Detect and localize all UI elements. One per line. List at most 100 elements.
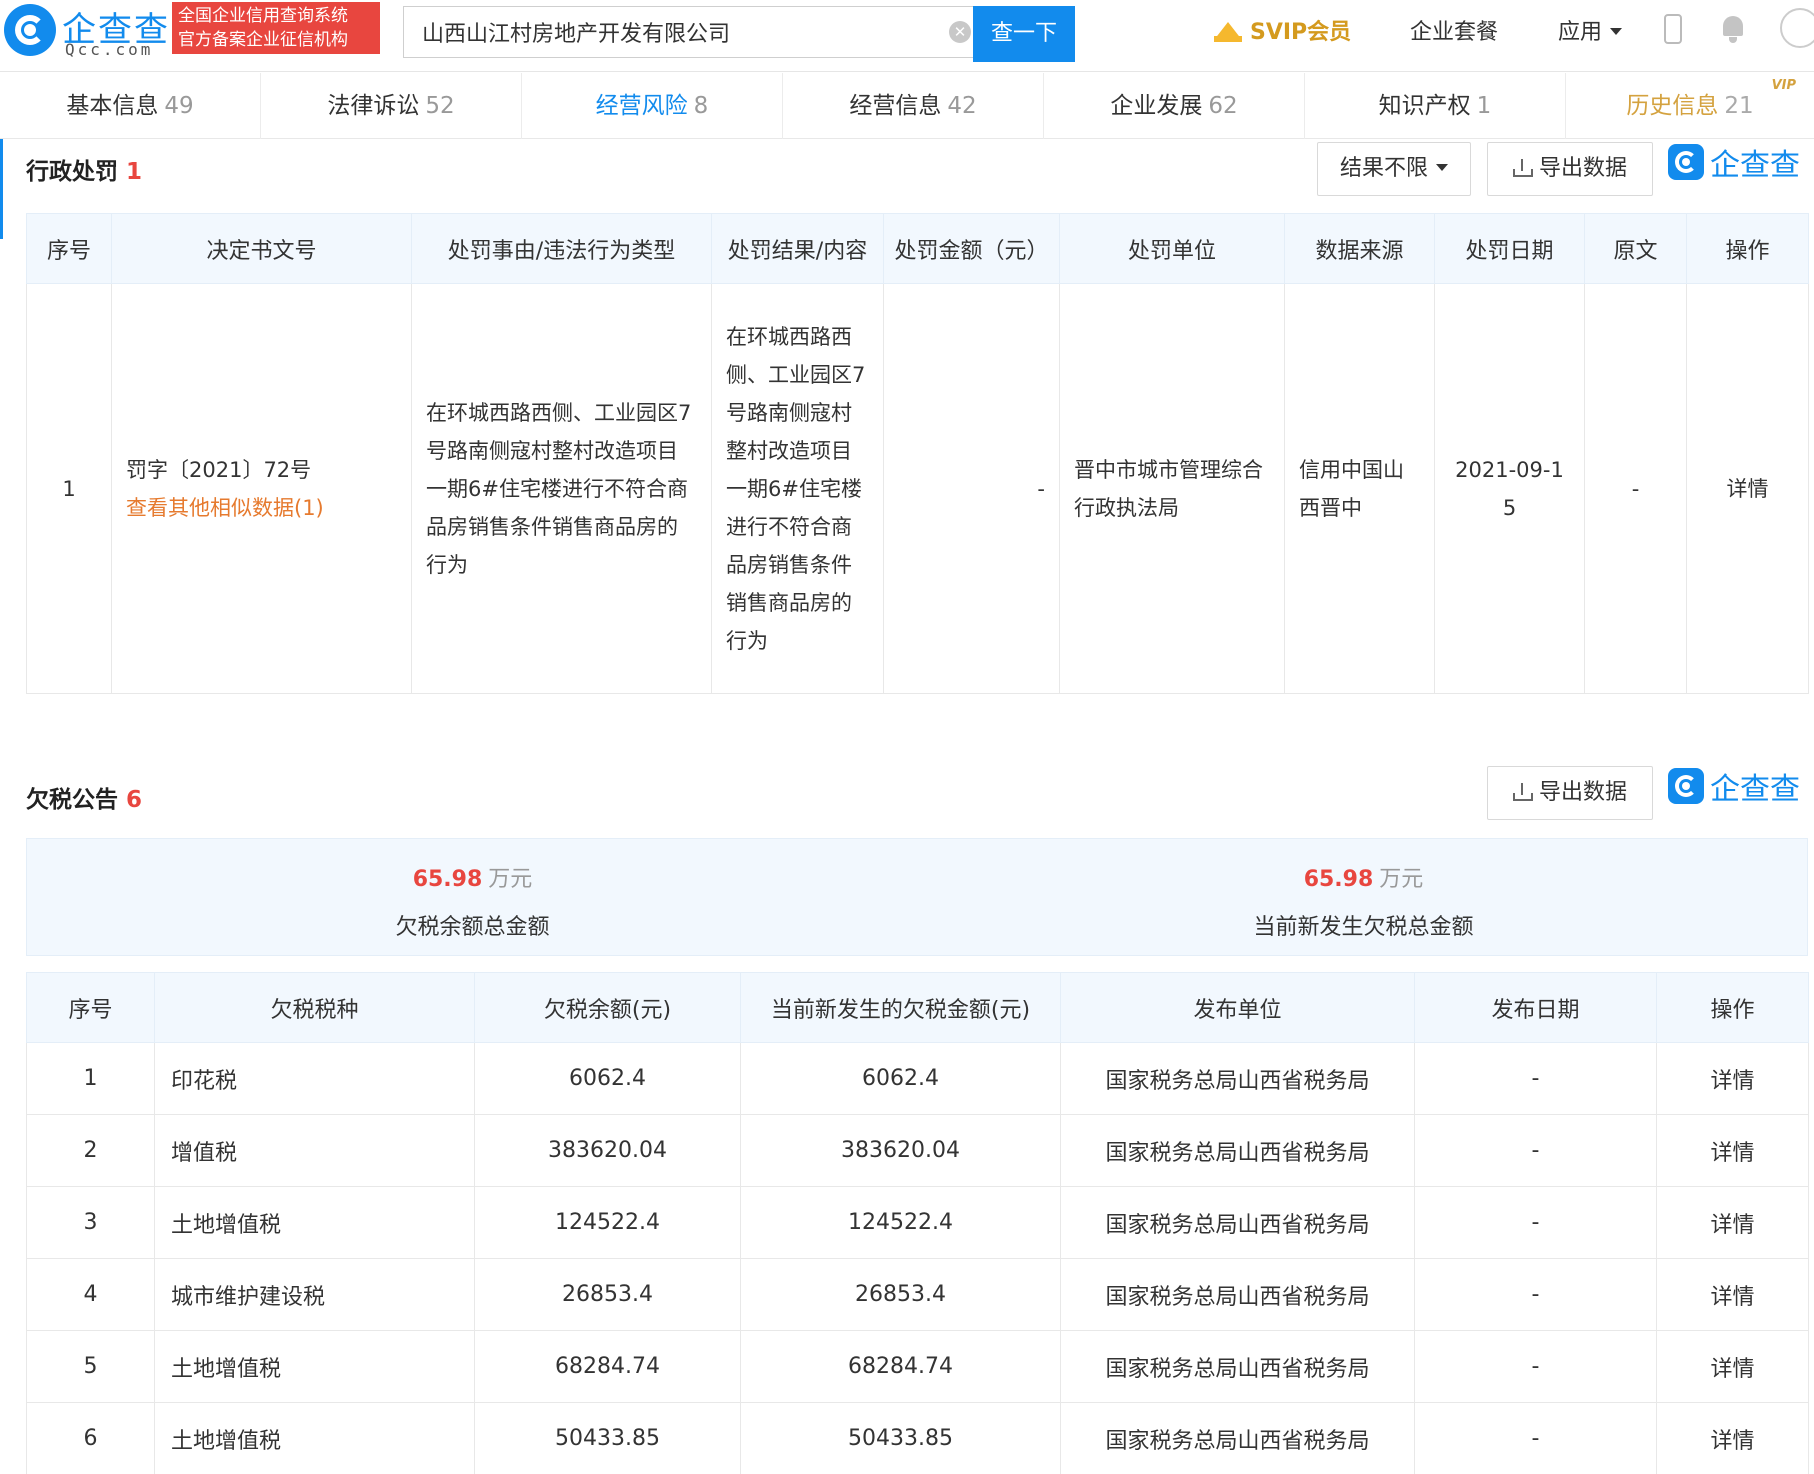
- new-tax-amount: 6062.4: [740, 1042, 1061, 1115]
- row-index: 4: [26, 1258, 155, 1331]
- column-header: 数据来源: [1284, 213, 1435, 284]
- row-index: 5: [26, 1330, 155, 1403]
- export-data-button[interactable]: 导出数据: [1487, 766, 1653, 820]
- bell-icon[interactable]: [1720, 14, 1746, 44]
- table-row: 4 城市维护建设税 26853.4 26853.4 国家税务总局山西省税务局 -…: [26, 1258, 1809, 1331]
- clear-icon[interactable]: ✕: [949, 21, 971, 43]
- column-header: 处罚单位: [1059, 213, 1285, 284]
- qcc-watermark: 企查查: [1668, 144, 1800, 188]
- brand-domain: Qcc.com: [65, 40, 154, 59]
- avatar[interactable]: [1780, 8, 1814, 48]
- summary-value: 65.98: [412, 867, 483, 892]
- qcc-logo-icon: [1668, 144, 1704, 180]
- publisher: 国家税务总局山西省税务局: [1060, 1330, 1415, 1403]
- summary-unit: 万元: [488, 867, 533, 892]
- detail-link[interactable]: 详情: [1656, 1258, 1809, 1331]
- detail-link[interactable]: 详情: [1656, 1114, 1809, 1187]
- summary-label: 当前新发生欠税总金额: [1253, 915, 1474, 940]
- tax-summary: 65.98 万元 欠税余额总金额 65.98 万元 当前新发生欠税总金额: [26, 838, 1808, 956]
- search-box: ✕: [403, 6, 973, 58]
- tax-balance: 50433.85: [474, 1402, 741, 1474]
- column-header: 原文: [1584, 213, 1687, 284]
- chevron-down-icon: [1610, 28, 1623, 35]
- tab-count: 42: [947, 93, 977, 119]
- publish-date: -: [1414, 1042, 1657, 1115]
- penalty-count: 1: [126, 159, 143, 185]
- tab-label: 经营信息: [849, 93, 942, 119]
- detail-link[interactable]: 详情: [1686, 283, 1809, 694]
- result-filter-dropdown[interactable]: 结果不限: [1317, 142, 1471, 196]
- tab-basic-info[interactable]: 基本信息 49: [0, 73, 261, 139]
- doc-number-cell: 罚字〔2021〕72号 查看其他相似数据(1): [111, 283, 412, 694]
- column-header: 处罚金额（元）: [883, 213, 1060, 284]
- top-header: 企查查 Qcc.com 全国企业信用查询系统 官方备案企业征信机构 ✕ 查一下 …: [0, 0, 1814, 72]
- table-header-row: 序号 欠税税种 欠税余额(元) 当前新发生的欠税金额(元) 发布单位 发布日期 …: [26, 972, 1809, 1043]
- filter-label: 结果不限: [1339, 156, 1428, 181]
- detail-link[interactable]: 详情: [1656, 1402, 1809, 1474]
- penalty-reason: 在环城西路西侧、工业园区7号路南侧寇村整村改造项目一期6#住宅楼进行不符合商品房…: [411, 283, 712, 694]
- new-tax-amount: 26853.4: [740, 1258, 1061, 1331]
- badge-line-2: 官方备案企业征信机构: [178, 30, 348, 50]
- data-source: 信用中国山西晋中: [1284, 283, 1435, 694]
- column-header: 操作: [1686, 213, 1809, 284]
- summary-value: 65.98: [1303, 867, 1374, 892]
- tab-business-risk[interactable]: 经营风险 8: [522, 73, 783, 139]
- apps-menu[interactable]: 应用: [1558, 14, 1623, 46]
- table-row: 6 土地增值税 50433.85 50433.85 国家税务总局山西省税务局 -…: [26, 1402, 1809, 1474]
- column-header: 当前新发生的欠税金额(元): [740, 972, 1061, 1043]
- tab-ip[interactable]: 知识产权 1: [1305, 73, 1566, 139]
- penalty-section-title: 行政处罚 1: [26, 152, 142, 186]
- tax-balance: 68284.74: [474, 1330, 741, 1403]
- badge-line-1: 全国企业信用查询系统: [178, 6, 348, 26]
- tax-type: 城市维护建设税: [154, 1258, 475, 1331]
- column-header: 发布单位: [1060, 972, 1415, 1043]
- table-row: 2 增值税 383620.04 383620.04 国家税务总局山西省税务局 -…: [26, 1114, 1809, 1187]
- tax-balance: 6062.4: [474, 1042, 741, 1115]
- tax-balance: 26853.4: [474, 1258, 741, 1331]
- tab-label: 知识产权: [1378, 93, 1471, 119]
- table-row: 3 土地增值税 124522.4 124522.4 国家税务总局山西省税务局 -…: [26, 1186, 1809, 1259]
- detail-link[interactable]: 详情: [1656, 1042, 1809, 1115]
- tab-count: 21: [1724, 93, 1754, 119]
- qcc-logo-icon[interactable]: [4, 4, 56, 56]
- tax-type: 土地增值税: [154, 1402, 475, 1474]
- table-row: 5 土地增值税 68284.74 68284.74 国家税务总局山西省税务局 -…: [26, 1330, 1809, 1403]
- export-label: 导出数据: [1538, 780, 1627, 805]
- penalty-date: 2021-09-15: [1434, 283, 1585, 694]
- tab-development[interactable]: 企业发展 62: [1044, 73, 1305, 139]
- watermark-text: 企查查: [1710, 148, 1800, 183]
- tab-legal[interactable]: 法律诉讼 52: [261, 73, 522, 139]
- tab-business-info[interactable]: 经营信息 42: [783, 73, 1044, 139]
- detail-link[interactable]: 详情: [1656, 1330, 1809, 1403]
- tab-count: 1: [1476, 93, 1492, 119]
- table-header-row: 序号 决定书文号 处罚事由/违法行为类型 处罚结果/内容 处罚金额（元） 处罚单…: [26, 213, 1809, 284]
- tab-history[interactable]: 历史信息 21 VIP: [1566, 73, 1814, 139]
- export-data-button[interactable]: 导出数据: [1487, 142, 1653, 196]
- row-index: 1: [26, 1042, 155, 1115]
- column-header: 发布日期: [1414, 972, 1657, 1043]
- crown-icon: [1214, 20, 1242, 42]
- tax-type: 土地增值税: [154, 1330, 475, 1403]
- tax-count: 6: [126, 787, 143, 813]
- section-tabs: 基本信息 49 法律诉讼 52 经营风险 8 经营信息 42 企业发展 62 知识产权 1 …: [0, 73, 1814, 139]
- column-header: 处罚事由/违法行为类型: [411, 213, 712, 284]
- search-input[interactable]: [404, 7, 944, 57]
- penalty-result: 在环城西路西侧、工业园区7号路南侧寇村整村改造项目一期6#住宅楼进行不符合商品房…: [711, 283, 884, 694]
- column-header: 序号: [26, 972, 155, 1043]
- tax-balance: 383620.04: [474, 1114, 741, 1187]
- table-row: 1 罚字〔2021〕72号 查看其他相似数据(1) 在环城西路西侧、工业园区7号…: [26, 283, 1809, 694]
- row-index: 1: [26, 283, 112, 694]
- mobile-icon[interactable]: [1664, 14, 1682, 44]
- column-header: 欠税余额(元): [474, 972, 741, 1043]
- penalty-title: 行政处罚: [26, 159, 118, 185]
- enterprise-package-link[interactable]: 企业套餐: [1410, 14, 1498, 46]
- chevron-down-icon: [1436, 164, 1448, 171]
- similar-data-link[interactable]: 查看其他相似数据(1): [126, 489, 397, 527]
- publish-date: -: [1414, 1330, 1657, 1403]
- tax-type: 增值税: [154, 1114, 475, 1187]
- detail-link[interactable]: 详情: [1656, 1186, 1809, 1259]
- search-button[interactable]: 查一下: [973, 6, 1075, 62]
- brand-badge: 全国企业信用查询系统 官方备案企业征信机构: [172, 2, 380, 54]
- publish-date: -: [1414, 1402, 1657, 1474]
- svip-link[interactable]: SVIP会员: [1214, 14, 1351, 46]
